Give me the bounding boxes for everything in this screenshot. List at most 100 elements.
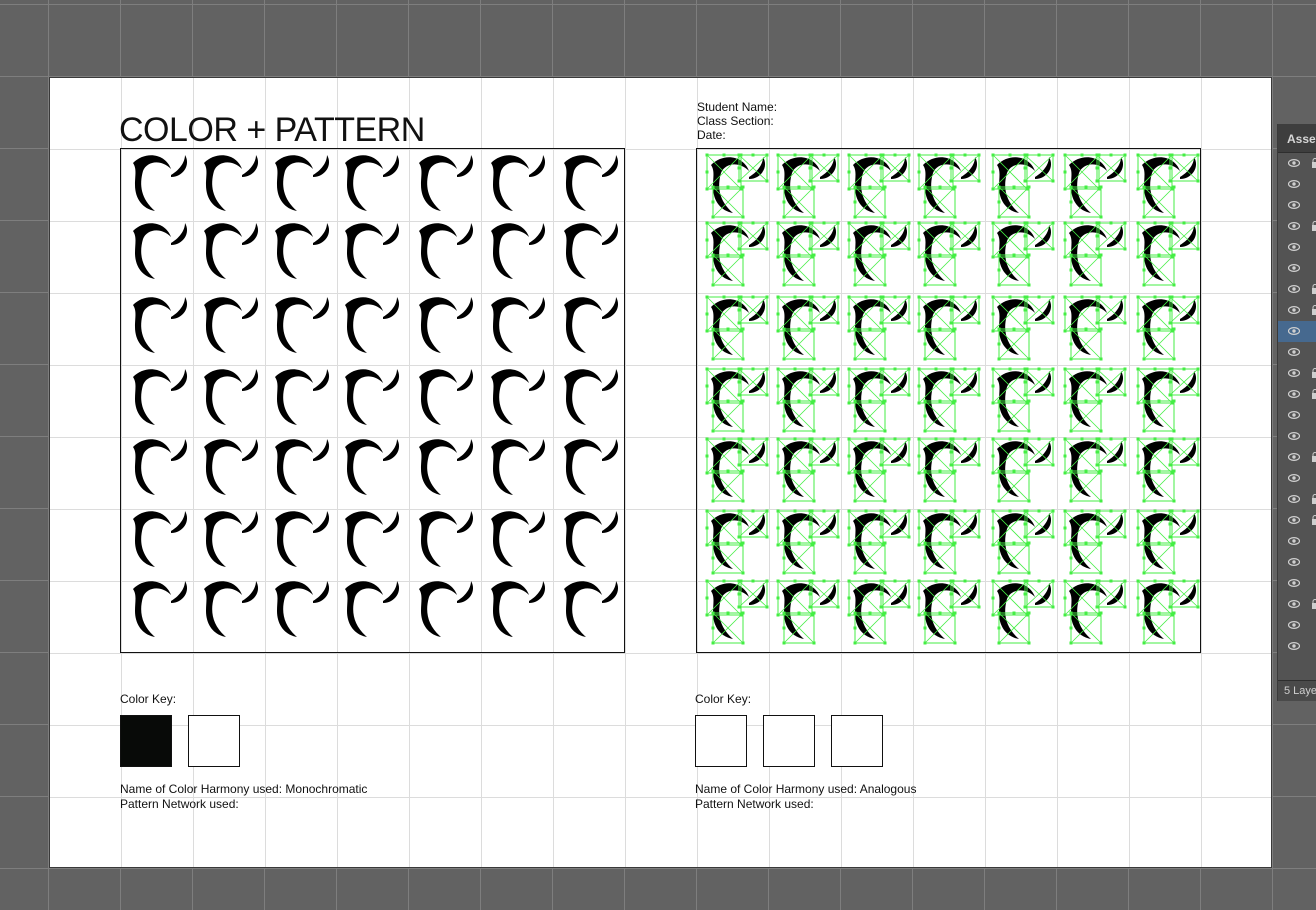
pattern-motif <box>133 369 188 425</box>
layer-row[interactable] <box>1278 615 1316 636</box>
pattern-motif <box>275 369 330 425</box>
eye-icon[interactable] <box>1288 369 1300 377</box>
layer-row[interactable] <box>1278 489 1316 510</box>
color-swatch[interactable] <box>188 715 240 767</box>
layer-row[interactable] <box>1278 237 1316 258</box>
eye-icon[interactable] <box>1288 537 1300 545</box>
eye-icon[interactable] <box>1288 432 1300 440</box>
color-key-label: Color Key: <box>695 692 752 706</box>
color-swatch[interactable] <box>763 715 815 767</box>
layer-row[interactable] <box>1278 342 1316 363</box>
color-key-label: Color Key: <box>120 692 177 706</box>
layer-row[interactable] <box>1278 258 1316 279</box>
class-section-label: Class Section: <box>697 114 774 128</box>
eye-icon[interactable] <box>1288 306 1300 314</box>
pattern-motif <box>345 155 400 211</box>
lock-icon[interactable] <box>1312 284 1316 294</box>
layer-row[interactable] <box>1278 216 1316 237</box>
pattern-motif <box>997 225 1052 281</box>
lock-icon[interactable] <box>1312 221 1316 231</box>
eye-icon[interactable] <box>1288 222 1300 230</box>
eye-icon[interactable] <box>1288 621 1300 629</box>
eye-icon[interactable] <box>1288 327 1300 335</box>
lock-icon[interactable] <box>1312 389 1316 399</box>
pattern-motif <box>1069 157 1124 213</box>
eye-icon[interactable] <box>1288 390 1300 398</box>
layer-row[interactable] <box>1278 510 1316 531</box>
eye-icon[interactable] <box>1288 159 1300 167</box>
layer-row[interactable] <box>1278 321 1316 342</box>
eye-icon[interactable] <box>1288 285 1300 293</box>
pattern-motif <box>345 439 400 495</box>
pattern-grid-selected <box>705 153 1200 645</box>
eye-icon[interactable] <box>1288 579 1300 587</box>
pattern-grid <box>133 155 619 637</box>
layer-row[interactable] <box>1278 531 1316 552</box>
color-harmony-text: Name of Color Harmony used: Monochromati… <box>120 782 368 796</box>
pattern-motif <box>275 297 330 353</box>
layer-row[interactable] <box>1278 636 1316 657</box>
lock-icon[interactable] <box>1312 158 1316 168</box>
layer-row[interactable] <box>1278 300 1316 321</box>
pattern-motif <box>853 441 908 497</box>
lock-icon[interactable] <box>1312 515 1316 525</box>
pattern-motif <box>782 513 837 569</box>
eye-icon[interactable] <box>1288 516 1300 524</box>
layer-row[interactable] <box>1278 594 1316 615</box>
layer-row[interactable] <box>1278 153 1316 174</box>
pattern-motif <box>204 297 259 353</box>
lock-icon[interactable] <box>1312 494 1316 504</box>
layer-row[interactable] <box>1278 279 1316 300</box>
pattern-panel-monochromatic[interactable] <box>120 148 625 653</box>
lock-icon[interactable] <box>1312 599 1316 609</box>
eye-icon[interactable] <box>1288 642 1300 650</box>
pattern-motif <box>419 439 474 495</box>
eye-icon[interactable] <box>1288 453 1300 461</box>
eye-icon[interactable] <box>1288 348 1300 356</box>
eye-icon[interactable] <box>1288 201 1300 209</box>
layer-row[interactable] <box>1278 174 1316 195</box>
pattern-motif <box>711 299 766 355</box>
eye-icon[interactable] <box>1288 180 1300 188</box>
artboard[interactable]: COLOR + PATTERN Student Name: Class Sect… <box>49 77 1272 868</box>
pattern-motif <box>997 371 1052 427</box>
pattern-motif <box>133 155 188 211</box>
layer-row[interactable] <box>1278 468 1316 489</box>
pattern-motif <box>923 371 978 427</box>
layer-row[interactable] <box>1278 405 1316 426</box>
eye-icon[interactable] <box>1288 600 1300 608</box>
color-swatch[interactable] <box>831 715 883 767</box>
layer-row[interactable] <box>1278 552 1316 573</box>
pattern-motif <box>345 369 400 425</box>
pattern-motif <box>564 297 619 353</box>
assets-tab[interactable]: Asset <box>1278 124 1316 153</box>
pattern-motif <box>711 513 766 569</box>
layers-panel[interactable]: Asset 5 Layer <box>1277 124 1316 701</box>
layer-row[interactable] <box>1278 447 1316 468</box>
layer-row[interactable] <box>1278 384 1316 405</box>
lock-icon[interactable] <box>1312 368 1316 378</box>
eye-icon[interactable] <box>1288 474 1300 482</box>
color-swatch[interactable] <box>695 715 747 767</box>
eye-icon[interactable] <box>1288 264 1300 272</box>
pattern-motif <box>923 583 978 639</box>
layer-row[interactable] <box>1278 195 1316 216</box>
pattern-motif <box>491 369 546 425</box>
layer-row[interactable] <box>1278 573 1316 594</box>
layer-row[interactable] <box>1278 363 1316 384</box>
pattern-motif <box>345 223 400 279</box>
pattern-panel-analogous[interactable] <box>696 148 1201 653</box>
lock-icon[interactable] <box>1312 305 1316 315</box>
eye-icon[interactable] <box>1288 495 1300 503</box>
eye-icon[interactable] <box>1288 558 1300 566</box>
pattern-motif <box>564 581 619 637</box>
pattern-motif <box>491 439 546 495</box>
color-swatch[interactable] <box>120 715 172 767</box>
pattern-motif <box>133 297 188 353</box>
eye-icon[interactable] <box>1288 411 1300 419</box>
pattern-motif <box>1069 513 1124 569</box>
pattern-motif <box>853 371 908 427</box>
eye-icon[interactable] <box>1288 243 1300 251</box>
layer-row[interactable] <box>1278 426 1316 447</box>
lock-icon[interactable] <box>1312 452 1316 462</box>
